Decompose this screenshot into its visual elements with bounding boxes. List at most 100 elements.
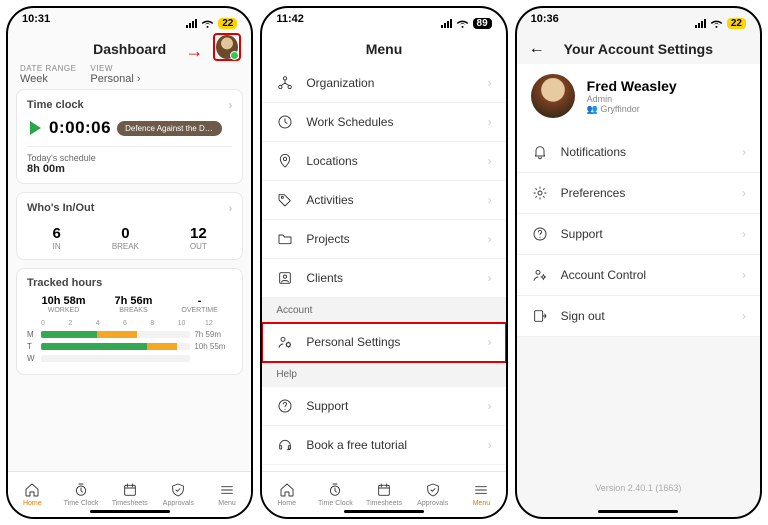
chevron-right-icon: › bbox=[742, 268, 746, 282]
today-schedule: Today's schedule 8h 00m bbox=[27, 146, 232, 175]
tab-label: Approvals bbox=[417, 500, 448, 507]
clock-icon bbox=[73, 482, 89, 498]
tab-label: Time Clock bbox=[64, 500, 99, 507]
settings-item-support[interactable]: Support › bbox=[517, 214, 760, 255]
chevron-right-icon: › bbox=[228, 201, 232, 215]
org-icon bbox=[276, 74, 294, 92]
menu-icon bbox=[473, 482, 489, 498]
section-header: Account bbox=[262, 298, 505, 323]
activity-badge[interactable]: Defence Against the Dark... bbox=[117, 121, 222, 136]
chevron-down-icon: › bbox=[137, 73, 141, 85]
filter-view[interactable]: VIEW Personal › bbox=[90, 64, 140, 85]
page-title: Your Account Settings bbox=[564, 41, 713, 57]
approvals-icon bbox=[170, 482, 186, 498]
settings-item-preferences[interactable]: Preferences› bbox=[517, 173, 760, 214]
back-button[interactable]: ← bbox=[529, 40, 545, 58]
menu-item-label: Activities bbox=[306, 193, 353, 207]
menu-item-projects[interactable]: Projects› bbox=[262, 220, 505, 259]
tracked-hours-chart: M7h 59mT10h 55mW bbox=[27, 330, 232, 363]
play-icon[interactable] bbox=[27, 120, 43, 136]
status-time: 10:31 bbox=[22, 13, 50, 34]
filters-row: DATE RANGE Week VIEW Personal › bbox=[8, 64, 251, 89]
home-indicator bbox=[90, 510, 170, 513]
chevron-right-icon: › bbox=[742, 145, 746, 159]
tag-icon bbox=[276, 191, 294, 209]
menu-item-locations[interactable]: Locations › bbox=[262, 142, 505, 181]
screen-menu: 11:42 89 Menu Organization›Work Schedule… bbox=[260, 6, 507, 519]
approvals-icon bbox=[425, 482, 441, 498]
chart-row: T10h 55m bbox=[27, 342, 232, 351]
filter-date-range[interactable]: DATE RANGE Week bbox=[20, 64, 76, 85]
home-icon bbox=[24, 482, 40, 498]
chevron-right-icon: › bbox=[488, 271, 492, 285]
status-time: 10:36 bbox=[531, 13, 559, 34]
chevron-right-icon: › bbox=[488, 115, 492, 129]
wifi-icon bbox=[456, 19, 469, 29]
chevron-right-icon: › bbox=[488, 438, 492, 452]
menu-item-label: Locations bbox=[306, 154, 357, 168]
user-role: Admin bbox=[587, 94, 677, 104]
wifi-icon bbox=[201, 19, 214, 29]
chevron-right-icon: › bbox=[488, 76, 492, 90]
profile-avatar-button[interactable] bbox=[213, 33, 241, 61]
chevron-right-icon: › bbox=[742, 309, 746, 323]
home-indicator bbox=[598, 510, 678, 513]
home-indicator bbox=[344, 510, 424, 513]
chevron-right-icon: › bbox=[488, 154, 492, 168]
menu-list: Organization › Work Schedules › Locations › Ac… bbox=[262, 64, 505, 471]
menu-item-clients[interactable]: Clients› bbox=[262, 259, 505, 298]
sheets-icon bbox=[122, 482, 138, 498]
menu-item-organization[interactable]: Organization › bbox=[262, 64, 505, 103]
tracked-hours-card[interactable]: Tracked hours 10h 58mWORKED 7h 56mBREAKS… bbox=[16, 268, 243, 375]
menu-item-work-schedules[interactable]: Work Schedules › bbox=[262, 103, 505, 142]
signal-icon bbox=[695, 19, 706, 28]
menu-item-activities[interactable]: Activities› bbox=[262, 181, 505, 220]
sched-icon bbox=[276, 113, 294, 131]
account-ctrl-icon bbox=[531, 266, 549, 284]
tab-label: Home bbox=[23, 500, 42, 507]
support-icon bbox=[276, 397, 294, 415]
menu-item-support[interactable]: Support› bbox=[262, 387, 505, 426]
time-clock-card[interactable]: Time clock › 0:00:06 Defence Against the… bbox=[16, 89, 243, 184]
tab-menu[interactable]: Menu bbox=[203, 472, 252, 517]
battery-badge: 22 bbox=[218, 18, 237, 29]
tab-home[interactable]: Home bbox=[262, 472, 311, 517]
sheets-icon bbox=[376, 482, 392, 498]
menu-item-label: Organization bbox=[306, 76, 374, 90]
status-time: 11:42 bbox=[276, 13, 304, 34]
menu-item-label: Work Schedules bbox=[306, 115, 393, 129]
signal-icon bbox=[441, 19, 452, 28]
settings-item-label: Account Control bbox=[561, 268, 646, 282]
account-summary[interactable]: Fred Weasley Admin 👥 Gryffindor bbox=[517, 64, 760, 132]
menu-item-book-a-free-tutorial[interactable]: Book a free tutorial› bbox=[262, 426, 505, 465]
signout-icon bbox=[531, 307, 549, 325]
support-icon bbox=[531, 225, 549, 243]
header: ← Your Account Settings bbox=[517, 34, 760, 64]
settings-item-account-control[interactable]: Account Control › bbox=[517, 255, 760, 296]
tab-menu[interactable]: Menu bbox=[457, 472, 506, 517]
status-bar: 11:42 89 bbox=[262, 8, 505, 34]
whos-in-out-card[interactable]: Who's In/Out › 6IN 0BREAK 12OUT bbox=[16, 192, 243, 260]
chevron-right-icon: › bbox=[488, 335, 492, 349]
tab-label: Timesheets bbox=[366, 500, 402, 507]
status-bar: 10:31 22 bbox=[8, 8, 251, 34]
screen-account-settings: 10:36 22 ← Your Account Settings Fred We… bbox=[515, 6, 762, 519]
battery-badge: 22 bbox=[727, 18, 746, 29]
menu-item-label: Support bbox=[306, 399, 348, 413]
page-title: Dashboard bbox=[93, 41, 166, 57]
settings-item-label: Support bbox=[561, 227, 603, 241]
wifi-icon bbox=[710, 19, 723, 29]
settings-item-sign-out[interactable]: Sign out› bbox=[517, 296, 760, 337]
menu-item-personal-settings[interactable]: Personal Settings› bbox=[262, 323, 505, 362]
tab-home[interactable]: Home bbox=[8, 472, 57, 517]
timer-value: 0:00:06 bbox=[49, 118, 111, 138]
chevron-right-icon: › bbox=[742, 227, 746, 241]
tab-label: Approvals bbox=[163, 500, 194, 507]
status-bar: 10:36 22 bbox=[517, 8, 760, 34]
header: Menu bbox=[262, 34, 505, 64]
page-title: Menu bbox=[366, 41, 403, 57]
settings-item-label: Preferences bbox=[561, 186, 626, 200]
loc-icon bbox=[276, 152, 294, 170]
settings-item-notifications[interactable]: Notifications› bbox=[517, 132, 760, 173]
gear-icon bbox=[531, 184, 549, 202]
